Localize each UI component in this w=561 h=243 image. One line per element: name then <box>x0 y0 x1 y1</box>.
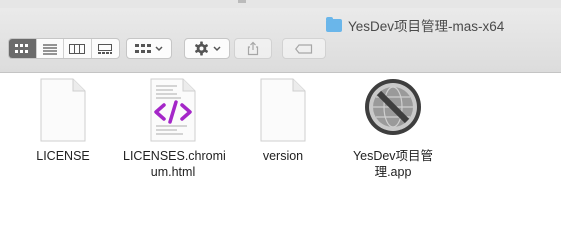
gallery-view-icon <box>98 43 113 54</box>
view-mode-control <box>8 38 120 59</box>
file-name-line-2: um.html <box>150 165 196 179</box>
gallery-view-button[interactable] <box>92 39 119 58</box>
window-title-text: YesDev项目管理-mas-x64 <box>348 19 505 34</box>
list-view-button[interactable] <box>37 39 64 58</box>
finder-window: YesDev项目管理-mas-x64 LICENSE LICENSES.chro… <box>0 0 561 243</box>
title-bar-strip <box>0 0 561 8</box>
file-name: LICENSE <box>36 149 90 163</box>
column-view-icon <box>69 43 86 54</box>
file-name: YesDev项目管 理.app <box>343 148 443 180</box>
icon-view-icon <box>15 43 29 53</box>
tag-icon <box>295 43 313 54</box>
group-by-button[interactable] <box>126 38 172 59</box>
html-file-icon <box>123 78 223 142</box>
file-name-line-1: LICENSES.chromi <box>123 149 226 163</box>
column-view-button[interactable] <box>64 39 92 58</box>
window-title: YesDev项目管理-mas-x64 <box>326 16 504 34</box>
document-icon <box>13 78 113 142</box>
file-name-line-1: YesDev项目管 <box>352 149 434 163</box>
application-icon <box>343 77 443 141</box>
icon-view-button[interactable] <box>9 39 37 58</box>
action-button[interactable] <box>184 38 230 59</box>
title-bar: YesDev项目管理-mas-x64 <box>0 0 561 73</box>
file-name: LICENSES.chromi um.html <box>123 148 226 180</box>
chevron-down-icon <box>155 45 163 51</box>
share-icon <box>247 41 259 56</box>
group-by-icon <box>135 43 151 53</box>
file-grid: LICENSE LICENSES.chromi um.html version … <box>0 73 561 243</box>
gear-icon <box>194 41 208 56</box>
drag-handle[interactable] <box>238 0 246 3</box>
share-button[interactable] <box>234 38 272 59</box>
file-name-line-2: 理.app <box>374 165 412 179</box>
tag-button[interactable] <box>282 38 326 59</box>
file-name: version <box>262 149 304 163</box>
folder-icon <box>326 16 342 32</box>
list-view-icon <box>42 43 57 55</box>
document-icon <box>233 78 333 142</box>
chevron-down-icon <box>212 45 221 51</box>
